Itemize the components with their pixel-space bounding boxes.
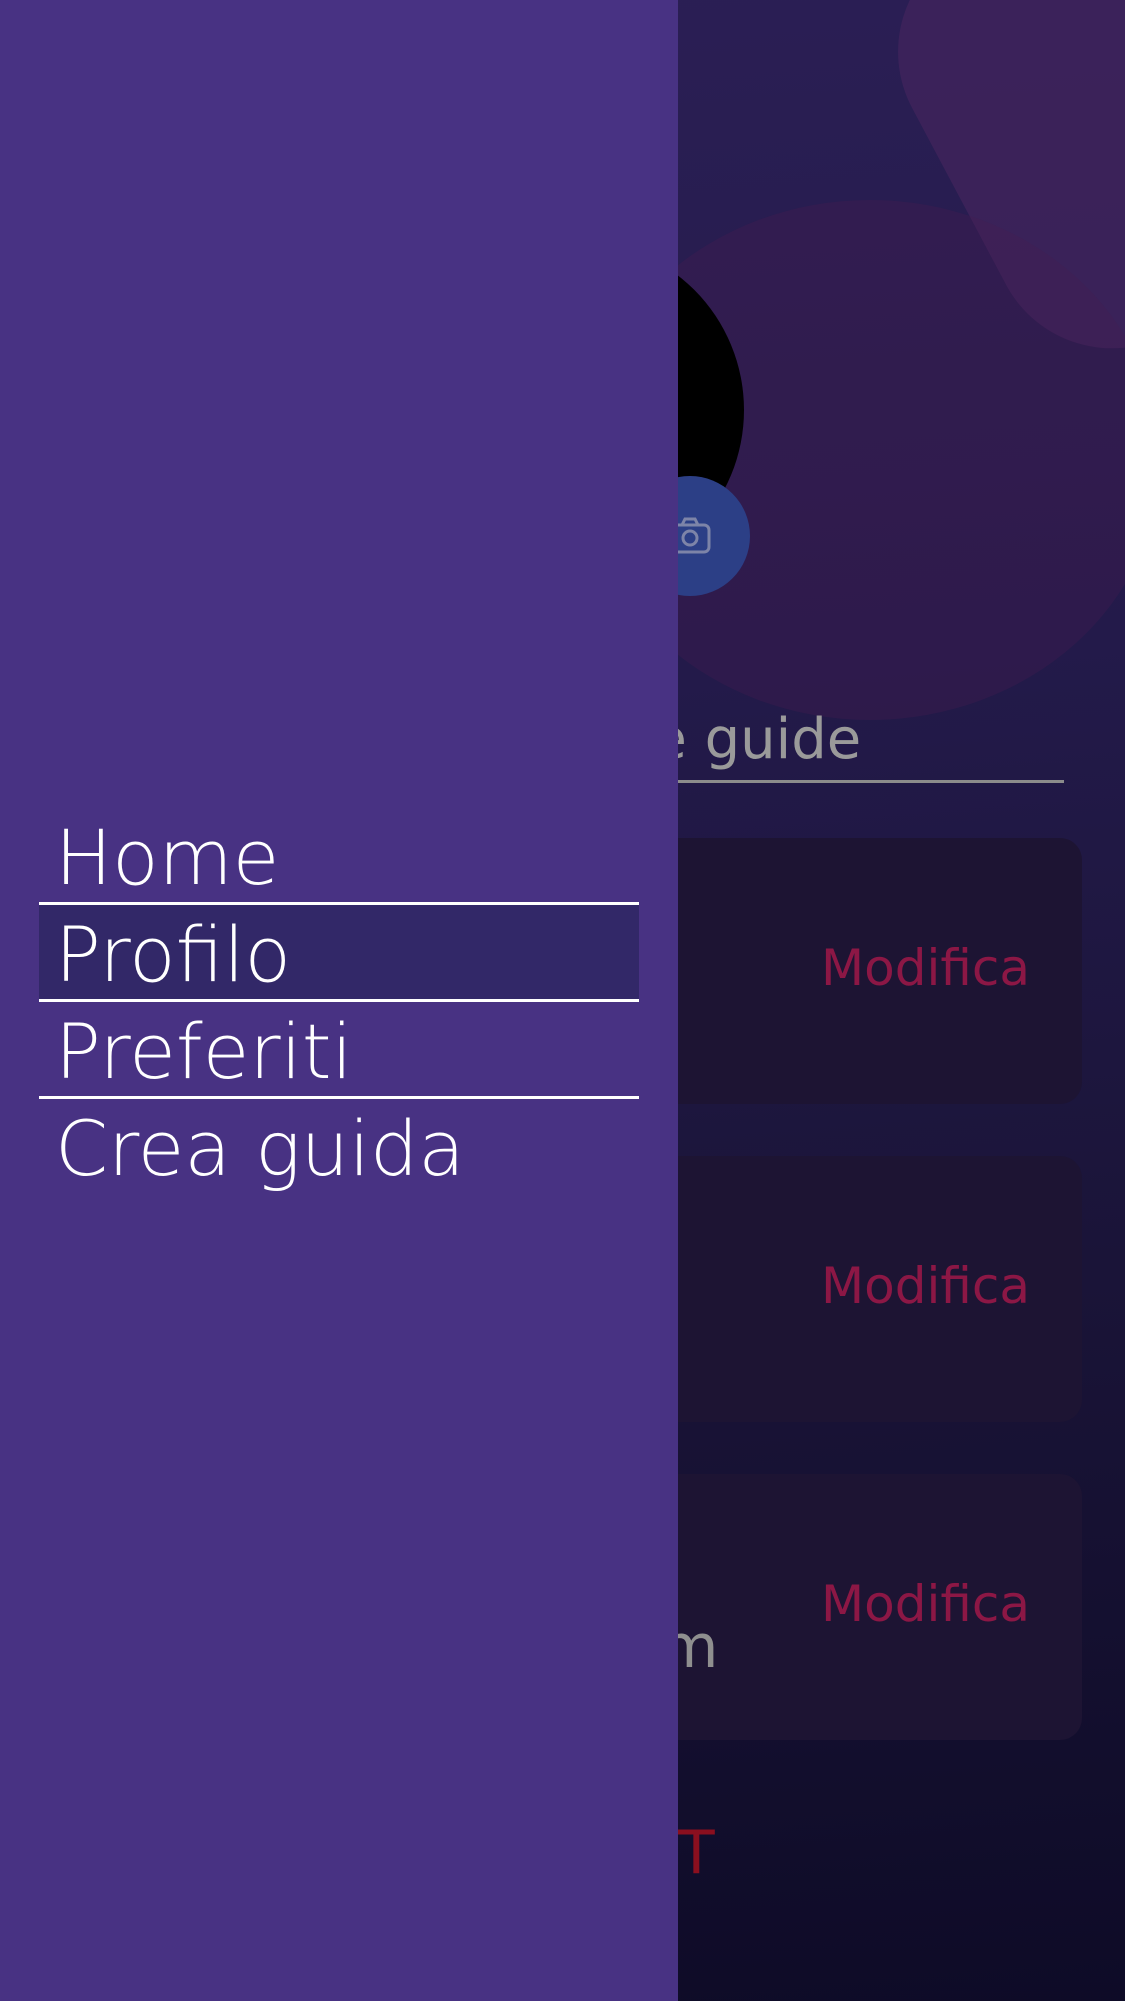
drawer-item-label: Profilo [55,910,292,999]
drawer-item-home[interactable]: Home [39,808,639,905]
logout-button-fragment[interactable]: T [678,1818,715,1888]
drawer-item-preferiti[interactable]: Preferiti [39,1002,639,1099]
edit-guide-button[interactable]: Modifica [821,1256,1030,1316]
drawer-item-label: Home [55,813,280,902]
edit-guide-button[interactable]: Modifica [821,938,1030,998]
navigation-drawer: Home Profilo Preferiti Crea guida [0,0,678,2001]
app-screen: .O e mie guide Modifica Modifica Modific… [0,0,1125,2001]
drawer-item-crea-guida[interactable]: Crea guida [39,1099,639,1196]
drawer-item-profilo[interactable]: Profilo [39,905,639,1002]
drawer-item-label: Crea guida [55,1104,465,1193]
edit-guide-button[interactable]: Modifica [821,1574,1030,1634]
drawer-item-label: Preferiti [55,1007,353,1096]
drawer-menu: Home Profilo Preferiti Crea guida [39,808,639,1196]
